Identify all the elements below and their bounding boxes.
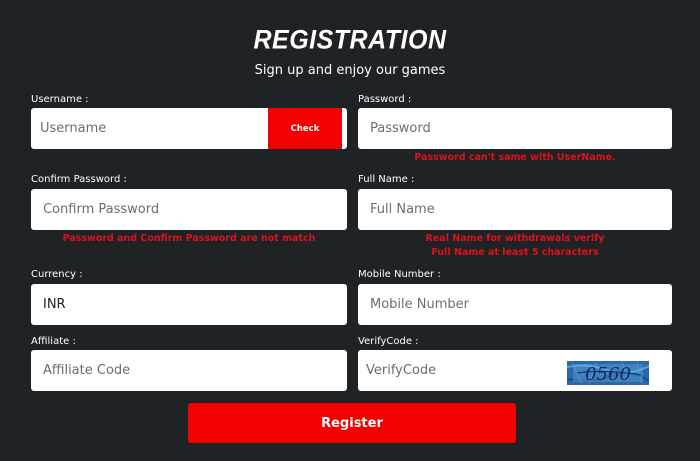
captcha-noise: 0560 (567, 361, 649, 385)
registration-page: REGISTRATION Sign up and enjoy our games… (0, 0, 700, 461)
affiliate-label: Affiliate : (31, 336, 76, 347)
page-subtitle: Sign up and enjoy our games (254, 63, 446, 78)
full-name-label: Full Name : (358, 174, 415, 185)
affiliate-code-input[interactable] (31, 350, 347, 391)
full-name-error: Real Name for withdrawals verify Full Na… (358, 232, 672, 260)
password-label: Password : (358, 94, 412, 105)
verify-code-input[interactable] (358, 350, 558, 391)
password-error: Password can't same with UserName. (414, 152, 616, 163)
captcha-text: 0560 (585, 364, 631, 385)
verify-code-field-box: 0560 (358, 350, 672, 391)
mobile-number-label: Mobile Number : (358, 269, 441, 280)
confirm-password-input[interactable] (31, 189, 347, 230)
username-label: Username : (31, 94, 89, 105)
register-button[interactable]: Register (188, 403, 516, 443)
password-field-box (358, 108, 672, 149)
captcha-image[interactable]: 0560 (567, 361, 649, 385)
full-name-field-box (358, 189, 672, 230)
confirm-password-error: Password and Confirm Password are not ma… (62, 233, 316, 244)
mobile-number-input[interactable] (358, 284, 672, 325)
mobile-number-field-box (358, 284, 672, 325)
username-field-box: Check (31, 108, 347, 149)
check-username-button[interactable]: Check (268, 108, 342, 149)
confirm-password-field-box (31, 189, 347, 230)
page-title: REGISTRATION (253, 24, 447, 56)
currency-label: Currency : (31, 269, 83, 280)
currency-field-box (31, 284, 347, 325)
affiliate-field-box (31, 350, 347, 391)
password-input[interactable] (358, 108, 672, 149)
currency-input[interactable] (31, 284, 347, 325)
confirm-password-label: Confirm Password : (31, 174, 127, 185)
full-name-input[interactable] (358, 189, 672, 230)
full-name-error-line-2: Full Name at least 5 characters (431, 247, 599, 258)
full-name-error-line-1: Real Name for withdrawals verify (425, 233, 605, 244)
verify-code-label: VerifyCode : (358, 336, 419, 347)
